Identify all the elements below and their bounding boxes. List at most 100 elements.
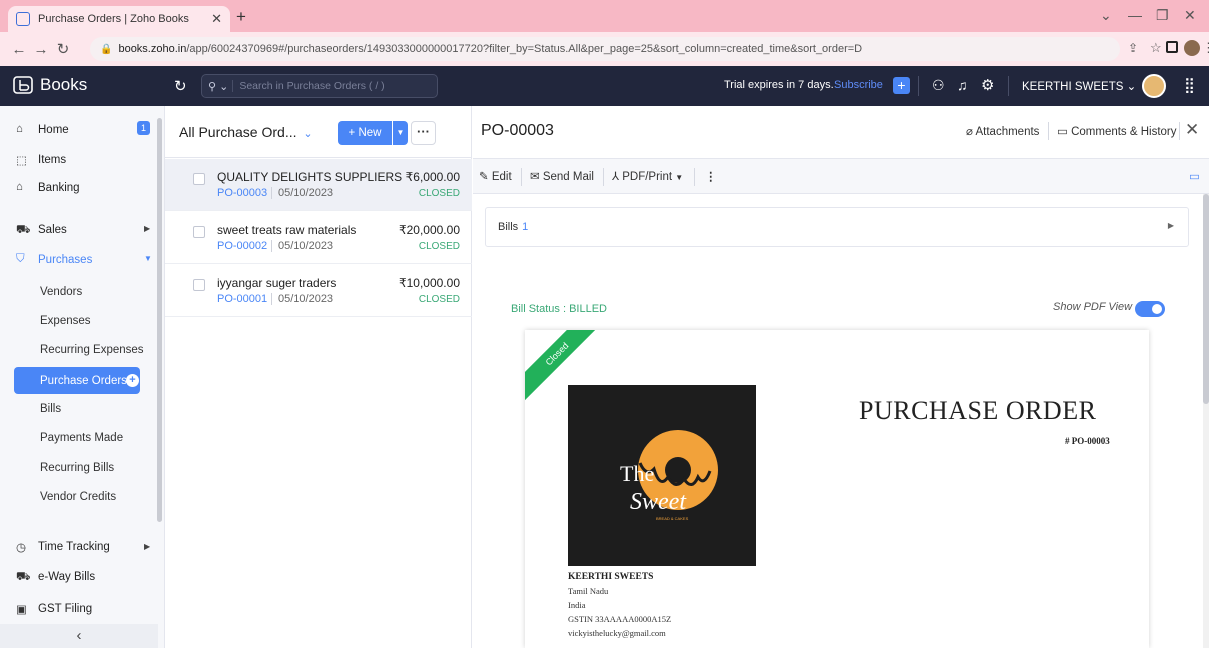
edit-button[interactable]: ✎ Edit: [479, 169, 512, 183]
sidebar-sub-recurring-expenses[interactable]: Recurring Expenses: [40, 344, 144, 356]
collapse-sidebar-button[interactable]: ‹: [0, 624, 158, 648]
po-number[interactable]: PO-00002: [217, 240, 267, 252]
sidebar-sub-vendors[interactable]: Vendors: [40, 286, 82, 298]
pdf-print-button[interactable]: ⅄ PDF/Print ▼: [612, 169, 683, 183]
org-name: KEERTHI SWEETS: [1022, 81, 1124, 93]
chevron-down-icon: ▼: [675, 173, 684, 182]
org-switcher[interactable]: KEERTHI SWEETS ⌄: [1022, 79, 1136, 93]
brand[interactable]: Books: [12, 75, 87, 95]
profile-icon[interactable]: [1184, 40, 1200, 56]
send-mail-label: Send Mail: [542, 171, 594, 183]
sidebar-sub-recurring-bills[interactable]: Recurring Bills: [40, 462, 114, 474]
po-date: 05/10/2023: [271, 240, 333, 252]
table-row[interactable]: sweet treats raw materials ₹20,000.00 PO…: [165, 212, 472, 264]
company-logo: The Sweet BREAD & CAKES: [568, 385, 756, 566]
reload-icon[interactable]: ↻: [52, 40, 74, 58]
gear-icon[interactable]: ⚙: [981, 76, 994, 94]
new-dropdown-button[interactable]: ▼: [393, 121, 408, 145]
maximize-button[interactable]: ❐: [1156, 7, 1169, 24]
sidebar-scrollbar[interactable]: [157, 118, 162, 522]
page-title: PO-00003: [481, 122, 554, 139]
close-window-button[interactable]: ✕: [1184, 7, 1196, 24]
sidebar-sub-expenses[interactable]: Expenses: [40, 315, 91, 327]
back-icon[interactable]: ←: [8, 41, 30, 58]
chat-icon[interactable]: ▭: [1189, 169, 1200, 183]
browser-tab-bar: Purchase Orders | Zoho Books ✕ + ⌄ — ❐ ✕: [0, 0, 1209, 32]
sidebar: ⌂ Home 1 ⬚ Items ⌂ Banking ⛟ Sales ▶ ⛉ Purcha…: [0, 106, 165, 648]
sidebar-sub-bills[interactable]: Bills: [40, 403, 61, 415]
row-checkbox[interactable]: [193, 173, 205, 185]
po-number[interactable]: PO-00003: [217, 187, 267, 199]
row-checkbox[interactable]: [193, 226, 205, 238]
row-checkbox[interactable]: [193, 279, 205, 291]
table-row[interactable]: QUALITY DELIGHTS SUPPLIERS ₹6,000.00 PO-…: [165, 159, 472, 211]
sidebar-sub-payments-made[interactable]: Payments Made: [40, 432, 123, 444]
sidebar-item-eway-bills[interactable]: ⛟ e-Way Bills: [16, 567, 95, 587]
sidepanel-icon[interactable]: [1166, 41, 1178, 53]
pdf-view-toggle[interactable]: [1135, 301, 1165, 317]
sidebar-item-label: Time Tracking: [38, 541, 110, 553]
pdf-preview: Closed The Sweet BREAD & CAKES PURCHASE …: [525, 330, 1149, 648]
pencil-icon: ✎: [479, 171, 489, 183]
close-tab-icon[interactable]: ✕: [211, 11, 222, 27]
scrollbar-thumb[interactable]: [1203, 194, 1209, 404]
more-actions-icon[interactable]: ⋮: [705, 169, 717, 183]
attachments-button[interactable]: ⌀ Attachments: [966, 124, 1039, 138]
quick-create-button[interactable]: +: [893, 77, 910, 94]
sidebar-item-label: Purchases: [38, 254, 93, 266]
mail-icon: ✉: [530, 171, 540, 183]
sidebar-sub-vendor-credits[interactable]: Vendor Credits: [40, 491, 116, 503]
search-input[interactable]: ⚲ ⌄ Search in Purchase Orders ( / ): [201, 74, 438, 98]
sidebar-item-label: e-Way Bills: [38, 571, 96, 583]
browser-tab[interactable]: Purchase Orders | Zoho Books ✕: [8, 6, 230, 32]
chevron-down-icon[interactable]: ⌄: [1100, 7, 1112, 24]
document-heading: PURCHASE ORDER: [859, 396, 1097, 425]
logo-tagline: BREAD & CAKES: [656, 516, 689, 521]
star-icon[interactable]: ☆: [1150, 40, 1162, 56]
divider: [521, 168, 522, 186]
minimize-button[interactable]: —: [1128, 7, 1142, 23]
add-purchase-order-icon[interactable]: +: [126, 374, 139, 387]
sidebar-item-purchases[interactable]: ⛉ Purchases: [16, 250, 92, 270]
new-tab-button[interactable]: +: [236, 7, 246, 27]
sidebar-item-gst-filing[interactable]: ▣ GST Filing: [16, 599, 92, 619]
sidebar-item-time-tracking[interactable]: ◷ Time Tracking: [16, 537, 110, 557]
address-bar: ← → ↻ 🔒 books.zoho.in/app/60024370969#/p…: [0, 32, 1209, 66]
users-icon[interactable]: ⚇: [932, 77, 945, 94]
comments-history-button[interactable]: ▭ Comments & History: [1057, 124, 1177, 138]
more-options-button[interactable]: ···: [411, 121, 436, 145]
donut-logo-icon: The Sweet BREAD & CAKES: [620, 430, 718, 521]
sidebar-item-banking[interactable]: ⌂ Banking: [16, 178, 80, 198]
bills-count: 1: [522, 221, 529, 233]
edit-label: Edit: [491, 171, 512, 183]
view-selector[interactable]: All Purchase Ord... ⌄: [179, 124, 313, 140]
send-mail-button[interactable]: ✉ Send Mail: [530, 169, 594, 183]
sidebar-item-items[interactable]: ⬚ Items: [16, 150, 66, 170]
purchase-order-detail: PO-00003 ⌀ Attachments ▭ Comments & Hist…: [473, 106, 1209, 648]
amount: ₹10,000.00: [398, 276, 460, 290]
table-row[interactable]: iyyangar suger traders ₹10,000.00 PO-000…: [165, 265, 472, 317]
divider: [918, 76, 919, 96]
app-header: Books ↻ ⚲ ⌄ Search in Purchase Orders ( …: [0, 66, 1209, 106]
subscribe-link[interactable]: Subscribe: [834, 79, 883, 91]
detail-scrollbar[interactable]: [1203, 194, 1209, 648]
apps-grid-icon[interactable]: ⣿: [1184, 76, 1195, 94]
forward-icon[interactable]: →: [30, 41, 52, 58]
po-number[interactable]: PO-00001: [217, 293, 267, 305]
logo-text-the: The: [620, 461, 654, 486]
menu-icon[interactable]: ⋮: [1202, 40, 1209, 56]
sidebar-item-home[interactable]: ⌂ Home: [16, 120, 69, 140]
new-button[interactable]: + New: [338, 121, 392, 145]
bills-section[interactable]: Bills 1 ▶: [485, 207, 1189, 247]
sidebar-item-sales[interactable]: ⛟ Sales: [16, 220, 67, 240]
url-field[interactable]: 🔒 books.zoho.in/app/60024370969#/purchas…: [90, 37, 1120, 61]
company-gstin: GSTIN 33AAAAA0000A15Z: [568, 614, 672, 624]
share-icon[interactable]: ⇪: [1128, 41, 1138, 55]
recent-activity-icon[interactable]: ↻: [174, 77, 187, 95]
bell-icon[interactable]: ♫: [957, 77, 968, 93]
avatar[interactable]: [1142, 74, 1166, 98]
sidebar-sub-purchase-orders[interactable]: Purchase Orders +: [14, 367, 140, 394]
zoho-books-favicon-icon: [16, 12, 30, 26]
show-pdf-view-label: Show PDF View: [1053, 301, 1133, 313]
close-icon[interactable]: ✕: [1185, 120, 1199, 140]
